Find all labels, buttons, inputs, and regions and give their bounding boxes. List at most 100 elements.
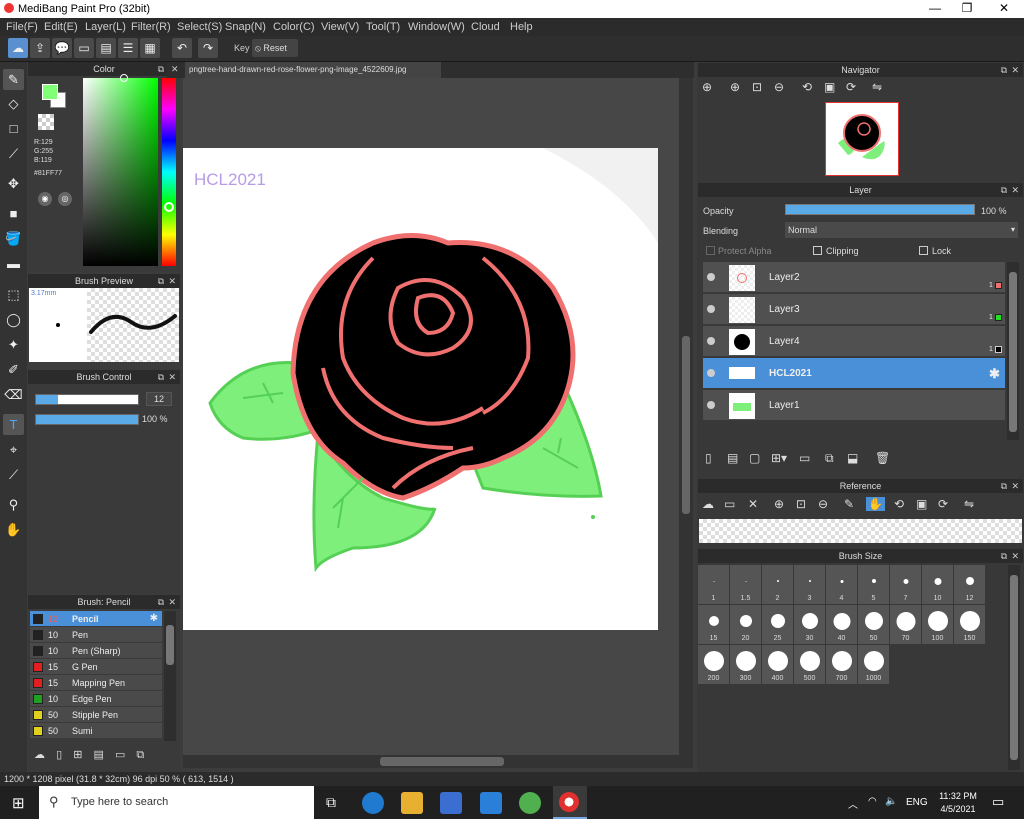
select-rect-icon[interactable]: ⬚ (3, 284, 24, 305)
edge-icon[interactable] (362, 792, 384, 814)
new-layer-icon[interactable]: ▯ (705, 451, 712, 465)
folder-icon[interactable]: ▭ (115, 749, 125, 761)
new-8bit-layer-icon[interactable]: ▢ (749, 451, 760, 465)
network-icon[interactable]: ◠ (868, 796, 877, 807)
undock-icon[interactable]: ⧉ (158, 370, 164, 384)
copy-brush-icon[interactable]: ▤ (93, 749, 103, 761)
clipping-checkbox[interactable] (813, 246, 822, 255)
flip-icon[interactable]: ⇋ (964, 497, 974, 511)
reset-view-icon[interactable]: ▣ (824, 80, 835, 94)
lasso-icon[interactable]: ◯ (3, 309, 24, 330)
horizontal-scroll-thumb[interactable] (380, 757, 504, 766)
grid-icon[interactable]: ▦ (140, 38, 160, 58)
undock-icon[interactable]: ⧉ (1001, 549, 1007, 563)
store-icon[interactable] (440, 792, 462, 814)
text-tool-icon[interactable]: T (3, 414, 24, 435)
brush-size-option[interactable]: 20 (730, 605, 761, 644)
undock-icon[interactable]: ⧉ (158, 62, 164, 76)
brush-tool-icon[interactable]: ✎ (3, 69, 24, 90)
brush-list-scrollbar[interactable] (164, 611, 176, 741)
palette-settings-icon[interactable]: ◎ (58, 192, 72, 206)
reset-button[interactable]: ⦸ Reset (252, 39, 298, 57)
transparent-swatch[interactable] (38, 114, 54, 130)
page-icon[interactable]: ▤ (96, 38, 116, 58)
palette-icon[interactable]: ◉ (38, 192, 52, 206)
maximize-icon[interactable]: ❐ (960, 1, 974, 15)
zoom-in-icon[interactable]: ⊕ (730, 80, 740, 94)
redo-icon[interactable]: ↷ (198, 38, 218, 58)
menu-view[interactable]: View(V) (321, 21, 359, 33)
brush-size-option[interactable]: 300 (730, 645, 761, 684)
add-brush-icon[interactable]: ⊞ (73, 749, 82, 761)
brush-size-option[interactable]: 25 (762, 605, 793, 644)
zoom-out-icon[interactable]: ⊖ (818, 497, 828, 511)
undock-icon[interactable]: ⧉ (1001, 479, 1007, 493)
merge-layer-icon[interactable]: ⬓ (847, 451, 858, 465)
brush-size-option[interactable]: 1000 (858, 645, 889, 684)
close-panel-icon[interactable]: ✕ (1011, 63, 1019, 77)
undo-icon[interactable]: ↶ (172, 38, 192, 58)
menu-window[interactable]: Window(W) (408, 21, 465, 33)
layer-row[interactable]: Layer4 1 (703, 326, 1005, 357)
brush-item[interactable]: 50 Sumi (30, 723, 162, 739)
menu-file[interactable]: File(F) (6, 21, 38, 33)
eyedropper-icon[interactable]: ✎ (844, 497, 854, 511)
layer-folder-icon[interactable]: ▭ (799, 451, 810, 465)
brush-item[interactable]: 10 Pen (30, 627, 162, 643)
close-icon[interactable]: ✕ (997, 1, 1011, 15)
clock[interactable]: 11:32 PM 4/5/2021 (934, 790, 982, 816)
rotate-right-icon[interactable]: ⟳ (846, 80, 856, 94)
new-brush-icon[interactable]: ▯ (56, 749, 62, 761)
select-eraser-icon[interactable]: ⌫ (3, 384, 24, 405)
new-halftone-layer-icon[interactable]: ▤ (727, 451, 738, 465)
brush-size-option[interactable]: 4 (826, 565, 857, 604)
layer-row[interactable]: Layer2 1 (703, 262, 1005, 293)
layer-row[interactable]: Layer1 (703, 390, 1005, 421)
share-icon[interactable]: ⇪ (30, 38, 50, 58)
brush-item[interactable]: 10 Edge Pen (30, 691, 162, 707)
vertical-scroll-thumb[interactable] (682, 336, 690, 514)
picker-cursor[interactable] (120, 74, 128, 82)
brush-size-option[interactable]: 70 (890, 605, 921, 644)
reference-view[interactable] (699, 519, 1022, 543)
comment-icon[interactable]: 💬 (52, 38, 72, 58)
eye-icon[interactable] (707, 305, 715, 313)
speech-icon[interactable]: ▭ (74, 38, 94, 58)
language-indicator[interactable]: ENG (906, 797, 928, 808)
line-tool-icon[interactable]: ⟋ (3, 143, 24, 164)
brush-item[interactable]: 50 Stipple Pen (30, 707, 162, 723)
brush-size-option[interactable]: 1.5 (730, 565, 761, 604)
add-layer-menu-icon[interactable]: ⊞▾ (771, 451, 787, 465)
brush-opacity-slider[interactable] (35, 414, 139, 425)
gradient-tool-icon[interactable]: ▬ (3, 253, 24, 274)
brush-size-option[interactable]: 700 (826, 645, 857, 684)
vertical-scrollbar[interactable] (679, 78, 693, 755)
minimize-icon[interactable]: — (928, 1, 942, 15)
undock-icon[interactable]: ⧉ (1001, 183, 1007, 197)
layer-opacity-slider[interactable] (785, 204, 975, 215)
undock-icon[interactable]: ⧉ (158, 274, 164, 288)
menu-edit[interactable]: Edit(E) (44, 21, 78, 33)
undock-icon[interactable]: ⧉ (1001, 63, 1007, 77)
brush-size-option[interactable]: 2 (762, 565, 793, 604)
brush-size-option[interactable]: 5 (858, 565, 889, 604)
eye-icon[interactable] (707, 401, 715, 409)
brush-size-value[interactable]: 12 (146, 392, 172, 406)
hand-icon[interactable]: ✋ (866, 497, 885, 511)
lock-checkbox[interactable] (919, 246, 928, 255)
document-tab[interactable]: pngtree-hand-drawn-red-rose-flower-png-i… (185, 62, 441, 78)
cloud-reference-icon[interactable]: ☁ (702, 497, 714, 511)
menu-snap[interactable]: Snap(N) (225, 21, 266, 33)
volume-icon[interactable]: 🔈 (885, 796, 897, 807)
eye-icon[interactable] (707, 273, 715, 281)
menu-help[interactable]: Help (510, 21, 533, 33)
navigator-thumbnail[interactable] (825, 102, 899, 176)
hue-slider[interactable] (162, 78, 176, 266)
tab-close-icon[interactable]: ✕ (171, 64, 179, 75)
medibang-taskbar-button[interactable] (553, 786, 587, 819)
brush-size-scrollbar[interactable] (1008, 565, 1020, 770)
eyedropper-icon[interactable]: ⚲ (3, 494, 24, 515)
notification-icon[interactable]: ▭ (992, 794, 1004, 810)
close-panel-icon[interactable]: ✕ (168, 370, 176, 384)
eraser-tool-icon[interactable]: ◇ (3, 93, 24, 114)
